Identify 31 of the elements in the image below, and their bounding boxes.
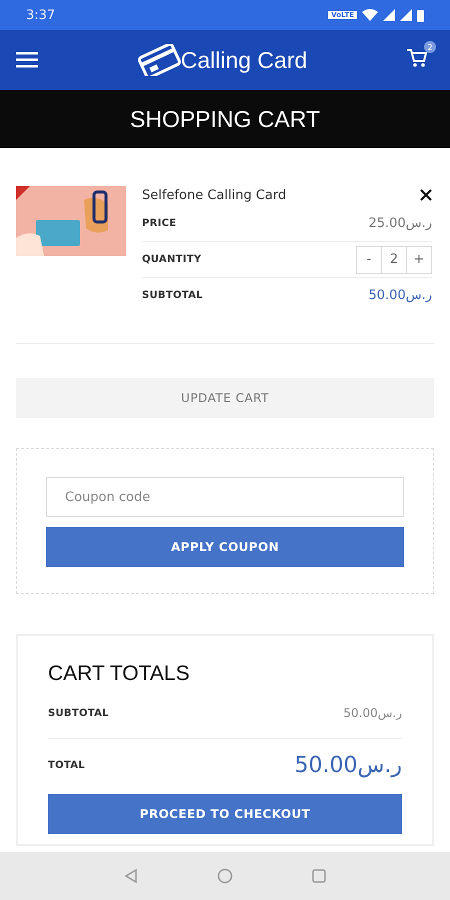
wifi-icon: [362, 9, 378, 21]
price-amount: 50.00ر.س: [294, 753, 402, 778]
price-amount: 25.00ر.س: [368, 216, 432, 231]
row-label: QUANTITY: [142, 254, 202, 265]
price-amount: 50.00ر.س: [368, 288, 432, 303]
menu-icon[interactable]: [16, 52, 38, 68]
totals-title: CART TOTALS: [48, 662, 191, 686]
row-label: TOTAL: [48, 760, 85, 771]
checkout-button[interactable]: PROCEED TO CHECKOUT: [48, 794, 402, 834]
update-cart-button[interactable]: UPDATE CART: [16, 378, 434, 418]
row-label: SUBTOTAL: [142, 290, 203, 301]
quantity-stepper[interactable]: - 2 +: [356, 246, 432, 274]
logo-text: Calling Card: [180, 46, 308, 74]
signal-icon: [383, 9, 395, 21]
apply-coupon-button[interactable]: APPLY COUPON: [46, 527, 404, 567]
row-label: PRICE: [142, 218, 176, 229]
battery-icon: [417, 8, 424, 22]
decrease-button[interactable]: -: [357, 246, 381, 272]
product-name[interactable]: Selfefone Calling Card: [142, 188, 286, 202]
increase-button[interactable]: +: [407, 246, 431, 272]
status-time: 3:37: [26, 8, 56, 22]
page-title: SHOPPING CART: [130, 106, 320, 132]
price-amount: 50.00ر.س: [343, 706, 402, 720]
quantity-value[interactable]: 2: [381, 246, 407, 272]
signal-icon: [400, 9, 412, 21]
row-label: SUBTOTAL: [48, 708, 109, 718]
coupon-field[interactable]: Coupon code: [46, 477, 404, 517]
close-icon[interactable]: [420, 189, 432, 201]
cart-count-badge: 2: [424, 41, 436, 53]
cart-icon[interactable]: [406, 48, 428, 68]
credit-card-icon: [136, 44, 181, 76]
